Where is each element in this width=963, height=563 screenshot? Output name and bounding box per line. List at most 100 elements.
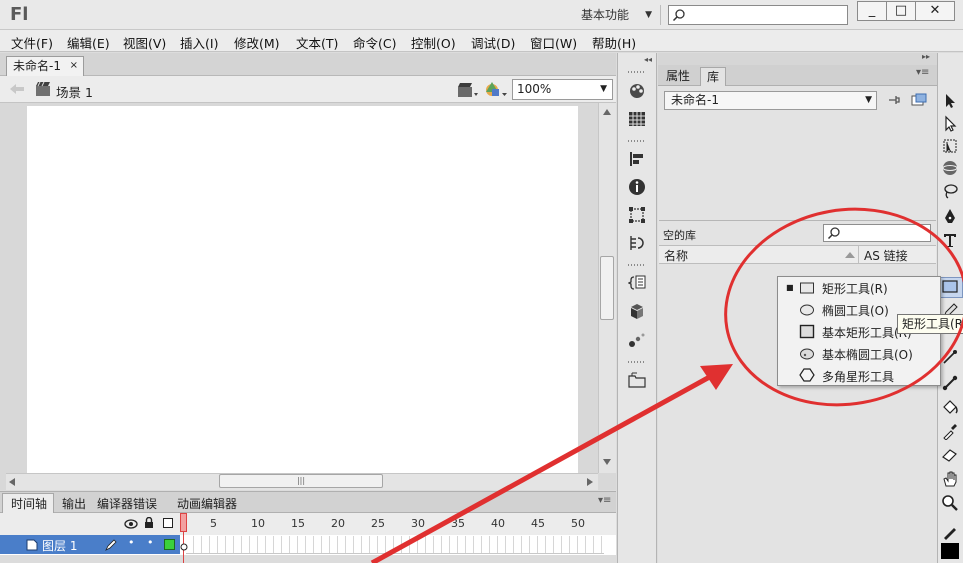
sort-up-icon[interactable]: [844, 251, 856, 259]
grip-icon[interactable]: [628, 140, 646, 142]
keyframe-icon[interactable]: [180, 543, 188, 551]
align-icon[interactable]: [628, 150, 646, 168]
tab-library[interactable]: 库: [700, 67, 727, 86]
tab-compiler-errors[interactable]: 编译器错误: [97, 495, 157, 512]
menu-window[interactable]: 窗口(W): [530, 33, 577, 52]
tab-motion-editor[interactable]: 动画编辑器: [177, 495, 237, 512]
frame-number: 50: [571, 517, 585, 530]
menu-insert[interactable]: 插入(I): [180, 33, 218, 52]
fill-color-swatch[interactable]: [941, 543, 959, 559]
flyout-polystar-tool[interactable]: 多角星形工具: [822, 368, 894, 385]
column-name[interactable]: 名称: [664, 247, 688, 264]
scroll-up-icon[interactable]: [602, 108, 612, 116]
library-preview: [659, 116, 936, 221]
menu-help[interactable]: 帮助(H): [592, 33, 636, 52]
subselection-tool-icon[interactable]: [941, 115, 959, 133]
hand-tool-icon[interactable]: [941, 470, 959, 488]
bone-tool-icon[interactable]: [941, 374, 959, 392]
close-button[interactable]: ✕: [915, 1, 955, 21]
outline-color-swatch[interactable]: [164, 539, 175, 550]
minimize-button[interactable]: _: [857, 1, 887, 21]
swatches-grid-icon[interactable]: [628, 110, 646, 128]
tab-properties[interactable]: 属性: [660, 67, 696, 86]
layer-name[interactable]: 图层 1: [42, 537, 77, 554]
scroll-down-icon[interactable]: [602, 458, 612, 466]
scene-clapper-icon: [36, 81, 50, 96]
flyout-primitive-oval-tool[interactable]: 基本椭圆工具(O): [822, 346, 913, 363]
playhead[interactable]: [180, 513, 187, 532]
zoom-select[interactable]: 100% ▼: [512, 79, 613, 100]
workspace-switcher[interactable]: 基本功能 ▼: [574, 5, 658, 25]
stroke-color-icon[interactable]: [941, 523, 959, 541]
tab-timeline[interactable]: 时间轴: [11, 495, 47, 512]
history-icon[interactable]: [628, 234, 646, 252]
menu-commands[interactable]: 命令(C): [353, 33, 396, 52]
flyout-oval-tool[interactable]: 椭圆工具(O): [822, 302, 889, 319]
tab-output[interactable]: 输出: [62, 495, 86, 512]
stage-canvas[interactable]: [27, 106, 578, 476]
document-tab[interactable]: 未命名-1 ×: [6, 56, 84, 76]
3d-rotation-tool-icon[interactable]: [941, 159, 959, 177]
grip-icon[interactable]: [628, 264, 646, 266]
actions-code-icon[interactable]: [628, 274, 646, 292]
close-icon[interactable]: ×: [70, 57, 78, 75]
eye-icon[interactable]: [124, 519, 138, 529]
menu-file[interactable]: 文件(F): [11, 33, 53, 52]
expand-icon[interactable]: ▸▸: [922, 52, 930, 61]
library-search-input[interactable]: [823, 224, 931, 242]
grip-icon[interactable]: [628, 361, 646, 363]
column-as-linkage[interactable]: AS 链接: [864, 247, 908, 264]
menu-control[interactable]: 控制(O): [411, 33, 456, 52]
eraser-tool-icon[interactable]: [941, 445, 959, 463]
lock-dot[interactable]: •: [147, 536, 154, 549]
scroll-right-icon[interactable]: [586, 477, 594, 487]
panel-menu-icon[interactable]: ▾≡: [598, 495, 611, 506]
edit-bar: 场景 1 100% ▼: [0, 76, 616, 103]
lock-icon[interactable]: [143, 517, 155, 529]
project-folder-icon[interactable]: [628, 371, 646, 389]
menu-view[interactable]: 视图(V): [123, 33, 166, 52]
horizontal-scroll-thumb[interactable]: |||: [219, 474, 383, 488]
help-search-input[interactable]: [668, 5, 848, 25]
menu-modify[interactable]: 修改(M): [234, 33, 280, 52]
library-document-select[interactable]: 未命名-1 ▼: [664, 91, 877, 110]
visibility-dot[interactable]: •: [128, 536, 135, 549]
paint-bucket-tool-icon[interactable]: [941, 398, 959, 416]
scroll-left-icon[interactable]: [8, 477, 16, 487]
color-palette-icon[interactable]: [628, 81, 646, 99]
new-library-panel-icon[interactable]: [911, 93, 927, 107]
motion-presets-icon[interactable]: [628, 331, 646, 349]
panel-menu-icon[interactable]: ▾≡: [916, 67, 929, 78]
selection-tool-icon[interactable]: [941, 92, 959, 110]
tool-tooltip: 矩形工具(R): [897, 314, 963, 334]
free-transform-tool-icon[interactable]: [941, 137, 959, 155]
eyedropper-tool-icon[interactable]: [941, 422, 959, 440]
rectangle-tool-icon[interactable]: [941, 278, 959, 296]
oval-icon: [800, 304, 814, 316]
layer-row[interactable]: 图层 1 • •: [0, 535, 180, 554]
info-icon[interactable]: [628, 178, 646, 196]
text-tool-icon[interactable]: [941, 231, 959, 249]
menu-debug[interactable]: 调试(D): [471, 33, 515, 52]
pen-tool-icon[interactable]: [941, 208, 959, 226]
title-bar: Fl 基本功能 ▼ _ □ ✕: [0, 0, 963, 30]
vertical-scroll-thumb[interactable]: [600, 256, 614, 320]
back-arrow-icon[interactable]: [9, 82, 25, 96]
frame-cells[interactable]: [186, 536, 604, 554]
edit-scene-icon[interactable]: [457, 81, 479, 99]
menu-edit[interactable]: 编辑(E): [67, 33, 110, 52]
collapse-icon[interactable]: ◂◂: [644, 55, 652, 64]
outline-icon[interactable]: [163, 518, 173, 528]
components-icon[interactable]: [628, 303, 646, 321]
polystar-icon: [799, 368, 815, 382]
grip-icon[interactable]: [628, 71, 646, 73]
pin-library-icon[interactable]: [887, 93, 901, 107]
zoom-tool-icon[interactable]: [941, 494, 959, 512]
transform-icon[interactable]: [628, 206, 646, 224]
maximize-button[interactable]: □: [886, 1, 916, 21]
deco-tool-icon[interactable]: [941, 348, 959, 366]
lasso-tool-icon[interactable]: [941, 182, 959, 200]
menu-text[interactable]: 文本(T): [296, 33, 338, 52]
flyout-rectangle-tool[interactable]: 矩形工具(R): [822, 280, 888, 297]
edit-symbols-icon[interactable]: [484, 80, 508, 100]
